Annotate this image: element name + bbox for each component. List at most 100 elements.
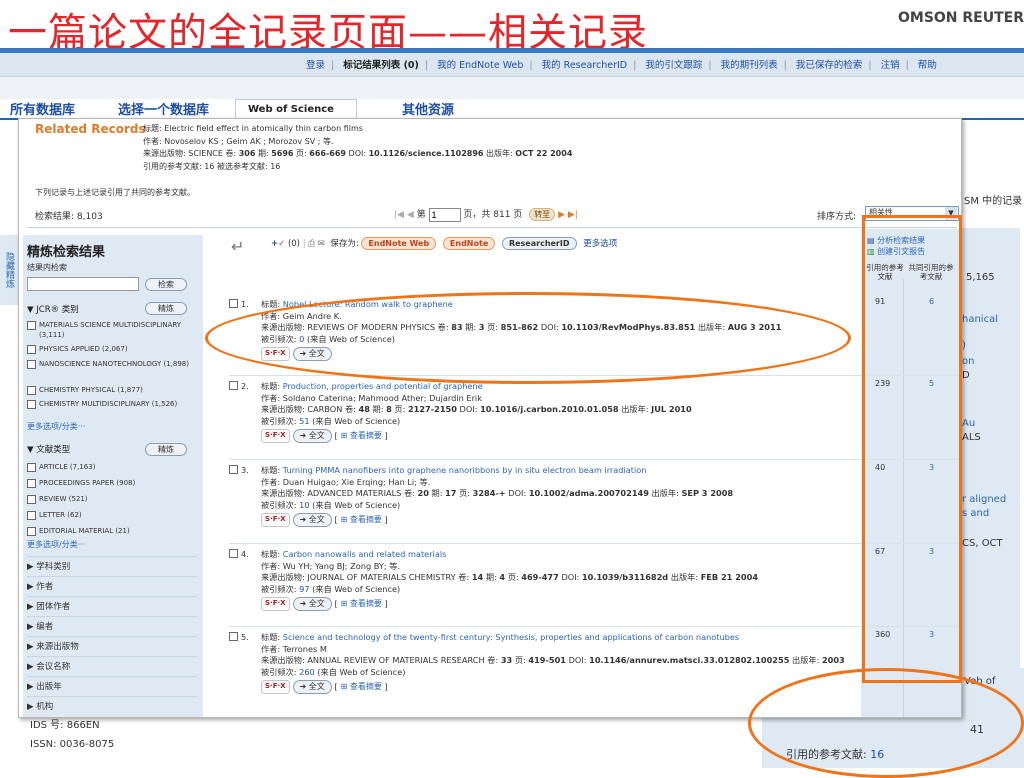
checkbox-jcr-2[interactable] xyxy=(27,360,36,369)
view-abstract-link[interactable]: ⊞ 查看摘要 xyxy=(341,431,382,440)
prev-page-icon[interactable]: ◀ xyxy=(407,210,414,220)
email-icon[interactable]: ✉ xyxy=(318,239,325,249)
sfx-button[interactable]: S·F·X xyxy=(261,597,290,611)
checkbox-doctype-0[interactable] xyxy=(27,463,36,472)
fulltext-button[interactable]: ➜ 全文 xyxy=(292,513,332,527)
refine-collapsed-source[interactable]: ▶ 来源出版物 xyxy=(27,636,197,656)
saved-searches-link[interactable]: 我已保存的检索 xyxy=(796,60,863,71)
checkbox-jcr-1[interactable] xyxy=(27,345,36,354)
record-date: FEB 21 2004 xyxy=(700,572,759,582)
search-within-input[interactable] xyxy=(27,277,139,291)
more-options-link[interactable]: 更多选项/分类··· xyxy=(27,421,85,432)
refine-collapsed-editor[interactable]: ▶ 编者 xyxy=(27,616,197,636)
view-abstract-link[interactable]: ⊞ 查看摘要 xyxy=(341,682,382,691)
more-options-link[interactable]: 更多选项 xyxy=(583,239,617,249)
source-date: OCT 22 2004 xyxy=(515,149,573,158)
record-number-group: 1. xyxy=(229,299,249,311)
jcr-item: MATERIALS SCIENCE MULTIDISCIPLINARY (3,1… xyxy=(39,321,182,339)
my-researcherid-link[interactable]: 我的 ResearcherID xyxy=(542,60,627,71)
save-endnote-button[interactable]: EndNote xyxy=(442,237,496,250)
background-records-text: SM 中的记录 xyxy=(964,196,1023,207)
sfx-button[interactable]: S·F·X xyxy=(261,513,290,527)
record-number: 4. xyxy=(241,549,249,559)
view-abstract-link[interactable]: ⊞ 查看摘要 xyxy=(341,599,382,608)
print-icon[interactable]: ⎙ xyxy=(308,239,315,249)
refine-collapsed-group-author[interactable]: ▶ 团体作者 xyxy=(27,596,197,616)
record-times-cited[interactable]: 51 xyxy=(299,416,309,426)
checkbox-jcr-4[interactable] xyxy=(27,400,36,409)
refine-sidebar: 精炼检索结果 结果内检索 检索 ▼ JCR® 类别 精炼 MATERIALS S… xyxy=(23,235,203,717)
fulltext-button[interactable]: ➜ 全文 xyxy=(292,597,332,611)
caret-down-icon: ▼ xyxy=(27,305,37,315)
doctype-item: EDITORIAL MATERIAL (21) xyxy=(39,527,130,535)
sfx-button[interactable]: S·F·X xyxy=(261,429,290,443)
go-button[interactable]: 转至 xyxy=(529,208,556,221)
record-pages: 3284-+ xyxy=(472,488,506,498)
refine-button-jcr[interactable]: 精炼 xyxy=(145,302,187,315)
page-number-input[interactable] xyxy=(428,207,461,222)
back-arrow-icon[interactable]: ↵ xyxy=(231,237,244,256)
sfx-button[interactable]: S·F·X xyxy=(261,680,290,694)
source-issue-label: 期: xyxy=(255,149,272,158)
record-volume: 14 xyxy=(471,572,484,582)
add-to-marked-icon[interactable]: +✓ xyxy=(271,239,285,249)
tab-select-database[interactable]: 选择一个数据库 xyxy=(118,99,209,119)
doctype-item: ARTICLE (7,163) xyxy=(39,463,96,471)
record-title-link[interactable]: Science and technology of the twenty-fir… xyxy=(283,632,739,642)
help-link[interactable]: 帮助 xyxy=(918,60,937,71)
checkbox-doctype-4[interactable] xyxy=(27,527,36,536)
logout-link[interactable]: 注销 xyxy=(881,60,900,71)
tab-web-of-science[interactable]: Web of Science xyxy=(235,99,357,119)
refine-collapsed-conference[interactable]: ▶ 会议名称 xyxy=(27,656,197,676)
doctype-item: PROCEEDINGS PAPER (908) xyxy=(39,479,136,487)
record-times-cited[interactable]: 260 xyxy=(299,667,315,677)
record-checkbox[interactable] xyxy=(229,465,238,474)
source-date-label: 出版年: xyxy=(483,149,516,158)
marked-list-link[interactable]: 标记结果列表 (0) xyxy=(343,60,419,71)
checkbox-jcr-3[interactable] xyxy=(27,386,36,395)
fulltext-button[interactable]: ➜ 全文 xyxy=(292,429,332,443)
refine-collapsed-year[interactable]: ▶ 出版年 xyxy=(27,676,197,696)
save-endnote-web-button[interactable]: EndNote Web xyxy=(361,237,437,250)
record-pages: 469-477 xyxy=(521,572,559,582)
tab-all-databases[interactable]: 所有数据库 xyxy=(10,99,75,119)
my-endnote-link[interactable]: 我的 EndNote Web xyxy=(437,60,523,71)
record-source: ANNUAL REVIEW OF MATERIALS RESEARCH xyxy=(307,655,485,665)
last-page-icon[interactable]: ▶| xyxy=(568,210,578,220)
next-page-icon[interactable]: ▶ xyxy=(558,210,565,220)
checkbox-jcr-0[interactable] xyxy=(27,321,36,330)
jcr-category-header[interactable]: ▼ JCR® 类别 xyxy=(27,303,79,315)
background-right-panel xyxy=(960,228,1020,668)
record-title-link[interactable]: Turning PMMA nanofibers into graphene na… xyxy=(283,465,647,475)
journal-list-link[interactable]: 我的期刊列表 xyxy=(721,60,778,71)
shared-references-note: 下列记录与上述记录引用了共同的参考文献。 xyxy=(35,188,195,197)
hide-refine-toggle[interactable]: 隐藏精炼 xyxy=(0,235,18,305)
more-options-link[interactable]: 更多选项/分类··· xyxy=(27,539,85,550)
record-times-cited[interactable]: 97 xyxy=(299,584,309,594)
record-checkbox[interactable] xyxy=(229,381,238,390)
related-records-label: Related Records xyxy=(35,122,146,136)
tab-other-resources[interactable]: 其他资源 xyxy=(402,99,454,119)
save-researcherid-button[interactable]: ResearcherID xyxy=(501,237,577,250)
record-checkbox[interactable] xyxy=(229,632,238,641)
citation-alerts-link[interactable]: 我的引文跟踪 xyxy=(645,60,702,71)
refine-button-doctype[interactable]: 精炼 xyxy=(145,443,187,456)
checkbox-doctype-1[interactable] xyxy=(27,479,36,488)
refine-collapsed-subject[interactable]: ▶ 学科类别 xyxy=(27,556,197,576)
fulltext-button[interactable]: ➜ 全文 xyxy=(292,680,332,694)
checkbox-doctype-3[interactable] xyxy=(27,511,36,520)
background-text: ALS xyxy=(962,432,981,443)
doctype-header[interactable]: ▼ 文献类型 xyxy=(27,443,70,455)
record-title-link[interactable]: Carbon nanowalls and related materials xyxy=(283,549,447,559)
record-times-cited[interactable]: 10 xyxy=(299,500,309,510)
first-page-icon[interactable]: |◀ xyxy=(394,210,404,220)
record-checkbox[interactable] xyxy=(229,549,238,558)
view-abstract-link[interactable]: ⊞ 查看摘要 xyxy=(341,515,382,524)
search-within-button[interactable]: 检索 xyxy=(145,278,187,291)
record-checkbox[interactable] xyxy=(229,299,238,308)
login-link[interactable]: 登录 xyxy=(306,60,325,71)
refine-collapsed-author[interactable]: ▶ 作者 xyxy=(27,576,197,596)
checkbox-doctype-2[interactable] xyxy=(27,495,36,504)
caret-down-icon: ▼ xyxy=(27,445,37,455)
refine-collapsed-organization[interactable]: ▶ 机构 xyxy=(27,696,197,716)
